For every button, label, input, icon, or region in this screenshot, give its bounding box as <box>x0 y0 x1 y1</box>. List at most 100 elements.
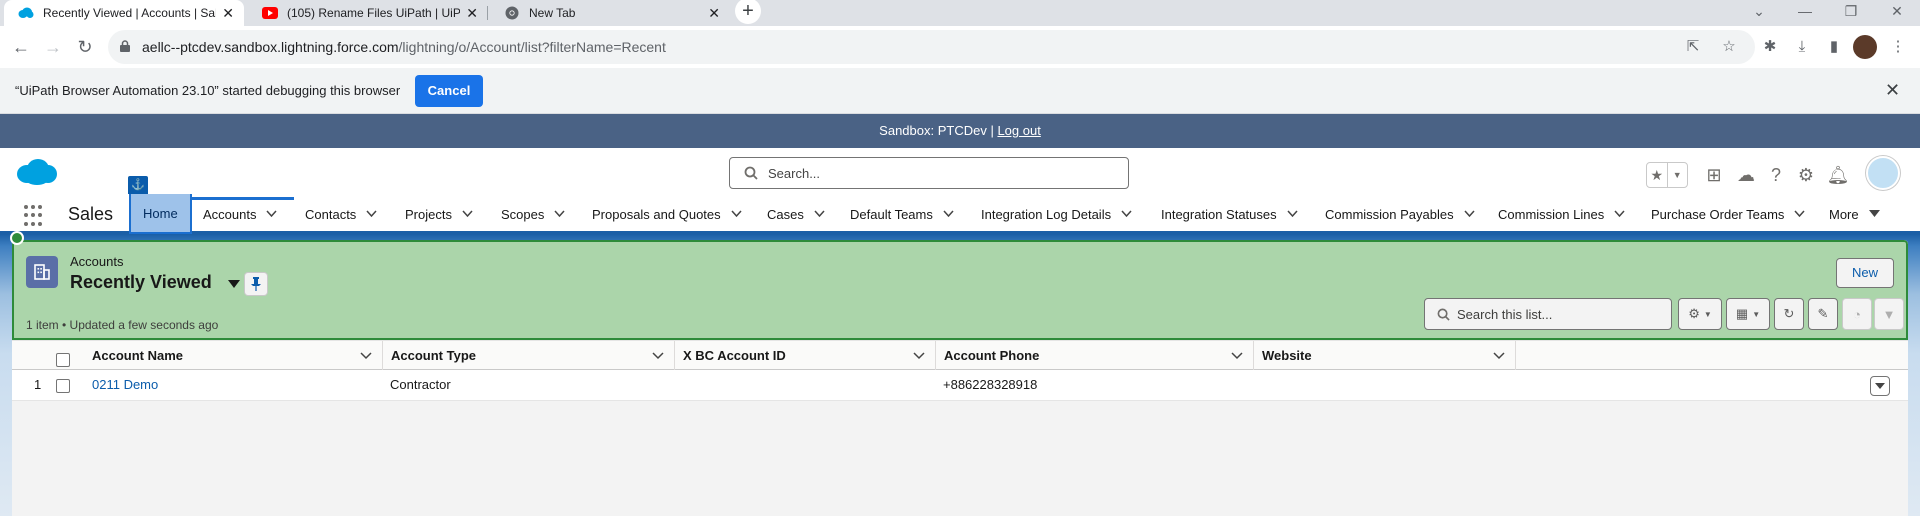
share-icon[interactable]: ⇱ <box>1683 37 1703 57</box>
chevron-down-icon[interactable] <box>1287 210 1298 218</box>
global-search-input[interactable]: Search... <box>729 157 1129 189</box>
reload-icon[interactable]: ↻ <box>74 36 96 58</box>
help-icon[interactable]: ? <box>1764 163 1788 187</box>
download-icon[interactable]: ⤓ <box>1792 37 1812 57</box>
app-navigation-bar: Sales Home Accounts Contacts Projects Sc… <box>0 194 1920 234</box>
column-header-account-name[interactable]: Account Name <box>84 341 382 371</box>
row-checkbox[interactable] <box>56 378 70 393</box>
caret-down-icon[interactable] <box>1868 210 1880 218</box>
sandbox-label: Sandbox: PTCDev | <box>879 123 994 138</box>
back-arrow-icon[interactable]: ← <box>10 36 32 58</box>
refresh-button[interactable]: ↻ <box>1774 298 1804 330</box>
forward-arrow-icon[interactable]: → <box>42 36 64 58</box>
chevron-down-icon[interactable] <box>913 352 925 360</box>
browser-tab-youtube[interactable]: (105) Rename Files UiPath | UiPa ✕ <box>248 0 488 26</box>
column-header-account-phone[interactable]: Account Phone <box>935 341 1253 371</box>
chevron-down-icon[interactable] <box>943 210 954 218</box>
nav-item-projects[interactable]: Projects <box>405 194 473 234</box>
table-grid-icon: ▦ <box>1735 306 1749 321</box>
row-actions-button[interactable] <box>1870 376 1890 396</box>
tab-search-chevron-icon[interactable]: ⌄ <box>1736 0 1782 26</box>
chevron-down-icon[interactable] <box>1493 352 1505 360</box>
account-name-link[interactable]: 0211 Demo <box>92 377 158 392</box>
refresh-icon: ↻ <box>1783 306 1795 321</box>
nav-item-integration-log-details[interactable]: Integration Log Details <box>981 194 1132 234</box>
side-panel-icon[interactable]: ▮ <box>1824 37 1844 57</box>
list-view-switcher-caret-icon[interactable] <box>228 280 240 288</box>
restore-icon[interactable]: ❐ <box>1828 0 1874 26</box>
close-infobar-icon[interactable]: ✕ <box>1885 80 1900 101</box>
minimize-icon[interactable]: — <box>1782 0 1828 26</box>
nav-item-commission-lines[interactable]: Commission Lines <box>1498 194 1625 234</box>
cancel-debugging-button[interactable]: Cancel <box>415 75 483 107</box>
close-tab-icon[interactable]: ✕ <box>222 5 234 22</box>
list-view-title[interactable]: Recently Viewed <box>70 272 212 293</box>
nav-item-more[interactable]: More <box>1829 194 1880 234</box>
nav-item-integration-statuses[interactable]: Integration Statuses <box>1161 194 1298 234</box>
new-account-button[interactable]: New <box>1836 258 1894 288</box>
salesforce-cloud-icon <box>18 5 34 21</box>
pin-list-view-button[interactable] <box>244 272 268 296</box>
new-tab-button[interactable]: + <box>735 0 761 24</box>
accounts-table: Account Name Account Type X BC Account I… <box>12 340 1908 401</box>
chevron-down-icon[interactable] <box>1794 210 1805 218</box>
edit-list-button[interactable]: ✎ <box>1808 298 1838 330</box>
trailhead-guidance-icon[interactable]: ☁ <box>1734 163 1758 187</box>
chevron-down-icon[interactable] <box>1121 210 1132 218</box>
logout-link[interactable]: Log out <box>997 123 1040 138</box>
chevron-down-icon[interactable] <box>652 352 664 360</box>
chevron-down-icon[interactable] <box>360 352 372 360</box>
nav-item-accounts[interactable]: Accounts <box>203 194 278 234</box>
chevron-down-icon[interactable] <box>731 210 742 218</box>
close-window-icon[interactable]: ✕ <box>1874 0 1920 26</box>
app-launcher-waffle-icon[interactable] <box>24 205 46 227</box>
list-view-controls-button[interactable]: ⚙ ▼ <box>1678 298 1722 330</box>
address-bar[interactable]: aellc--ptcdev.sandbox.lightning.force.co… <box>108 30 1755 64</box>
close-tab-icon[interactable]: ✕ <box>708 5 720 22</box>
browser-tab-new-tab[interactable]: New Tab ✕ <box>490 0 730 26</box>
user-avatar[interactable] <box>1866 156 1900 190</box>
favorites-list-chevron-icon[interactable]: ▼ <box>1666 163 1688 187</box>
column-header-account-type[interactable]: Account Type <box>382 341 674 371</box>
filter-button[interactable]: ▼ <box>1874 298 1904 330</box>
nav-item-label: Proposals and Quotes <box>592 206 721 222</box>
chevron-down-icon[interactable] <box>266 210 278 218</box>
browser-tab-accounts[interactable]: Recently Viewed | Accounts | Sal ✕ <box>4 0 244 26</box>
chevron-down-icon[interactable] <box>462 210 473 218</box>
extensions-puzzle-icon[interactable]: ✱ <box>1760 37 1780 57</box>
nav-item-contacts[interactable]: Contacts <box>305 194 377 234</box>
salesforce-logo[interactable] <box>16 158 58 186</box>
nav-item-purchase-order-teams[interactable]: Purchase Order Teams <box>1651 194 1805 234</box>
close-tab-icon[interactable]: ✕ <box>466 5 478 22</box>
nav-item-scopes[interactable]: Scopes <box>501 194 565 234</box>
select-all-checkbox[interactable] <box>56 353 70 368</box>
bookmark-star-icon[interactable]: ☆ <box>1719 37 1739 57</box>
display-as-table-button[interactable]: ▦ ▼ <box>1726 298 1770 330</box>
charts-button[interactable]: ◔ <box>1842 298 1872 330</box>
chevron-down-icon[interactable] <box>366 210 377 218</box>
chevron-down-icon[interactable] <box>814 210 825 218</box>
nav-item-proposals-and-quotes[interactable]: Proposals and Quotes <box>592 194 742 234</box>
nav-item-cases[interactable]: Cases <box>767 194 825 234</box>
chevron-down-icon[interactable] <box>1614 210 1625 218</box>
chevron-down-icon[interactable] <box>1464 210 1475 218</box>
chevron-down-icon[interactable] <box>554 210 565 218</box>
column-header-website[interactable]: Website <box>1253 341 1515 371</box>
favorite-star-icon[interactable]: ★ <box>1647 163 1667 187</box>
profile-avatar[interactable] <box>1853 35 1877 59</box>
nav-item-label: Scopes <box>501 206 545 222</box>
favorites-button-group[interactable]: ★ ▼ <box>1646 162 1688 188</box>
chrome-menu-icon[interactable]: ⋮ <box>1888 37 1908 57</box>
setup-gear-icon[interactable]: ⚙ <box>1794 163 1818 187</box>
chevron-down-icon[interactable] <box>1231 352 1243 360</box>
nav-item-home[interactable]: Home <box>129 194 192 234</box>
global-actions-plus-icon[interactable]: ⊞ <box>1702 163 1726 187</box>
nav-item-default-teams[interactable]: Default Teams <box>850 194 954 234</box>
column-header-bc-account-id[interactable]: X BC Account ID <box>674 341 935 371</box>
notifications-bell-icon[interactable]: 🔔︎ <box>1826 163 1850 187</box>
search-this-list-input[interactable]: Search this list... <box>1424 298 1672 330</box>
nav-item-label: Integration Statuses <box>1161 206 1277 222</box>
nav-item-label: Commission Payables <box>1325 206 1454 222</box>
row-number: 1 <box>34 377 42 392</box>
nav-item-commission-payables[interactable]: Commission Payables <box>1325 194 1475 234</box>
